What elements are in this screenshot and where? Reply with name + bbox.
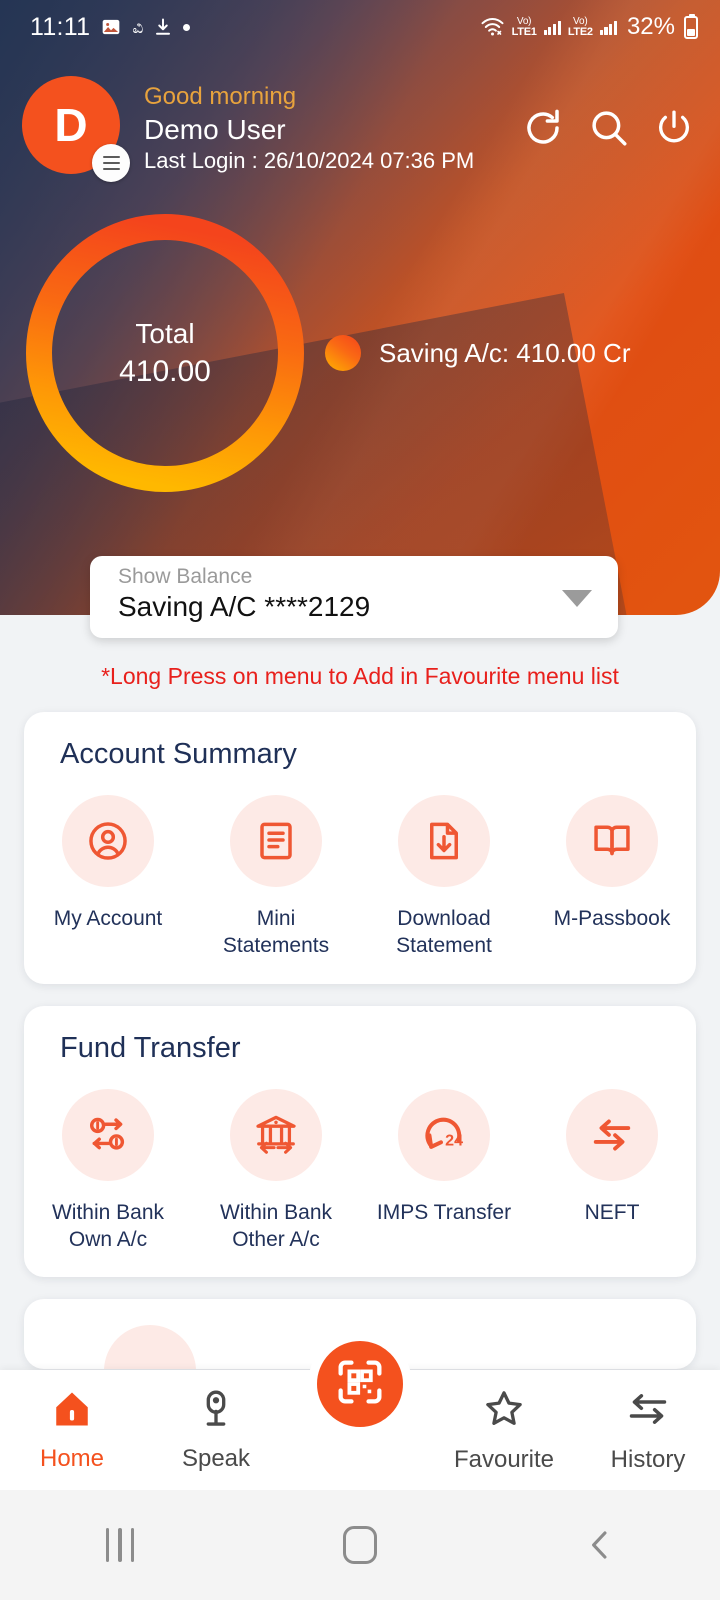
tile-download-statement[interactable]: Download Statement — [360, 795, 528, 960]
sim2-signal-icon — [599, 19, 617, 35]
qr-scan-icon — [333, 1355, 387, 1414]
svg-text:24: 24 — [445, 1131, 463, 1149]
user-circle-icon — [62, 795, 154, 887]
nav-label: Home — [39, 1444, 105, 1472]
tile-row: My Account Mini Statements Download Stat… — [24, 795, 696, 960]
card-fund-transfer: Fund Transfer Within Bank Own A/c Within… — [24, 1005, 696, 1278]
qr-scan-fab[interactable] — [308, 1332, 412, 1436]
nav-item-home[interactable]: Home — [0, 1388, 144, 1473]
history-arrows-icon — [626, 1387, 670, 1436]
main-content: *Long Press on menu to Add in Favourite … — [0, 615, 720, 1370]
tile-label: M-Passbook — [553, 907, 671, 930]
card-account-summary: Account Summary My Account Mini Statemen… — [24, 712, 696, 984]
account-selector-dropdown[interactable]: Show Balance Saving A/C ****2129 — [90, 556, 618, 638]
tile-row: Within Bank Own A/c Within Bank Other A/… — [24, 1088, 696, 1254]
username-label: Demo User — [144, 113, 286, 145]
chevron-down-icon[interactable] — [562, 590, 592, 607]
nav-item-history[interactable]: History — [576, 1387, 720, 1474]
donut-chart: Total 410.00 — [20, 208, 310, 498]
dot-icon — [183, 23, 191, 31]
total-value: 410.00 — [119, 354, 211, 388]
legend-dot-icon — [325, 335, 361, 371]
wifi-icon — [480, 17, 505, 37]
bottom-navigation-bar: Home Speak Favourite History — [0, 1332, 720, 1490]
recents-icon[interactable] — [60, 1528, 180, 1562]
legend-label: Saving A/c: 410.00 Cr — [379, 337, 631, 368]
nav-label: Speak — [181, 1444, 251, 1472]
status-bar-clock: 11:11 — [30, 12, 91, 41]
home-icon — [51, 1388, 93, 1435]
avatar-wrapper[interactable]: D — [22, 76, 130, 182]
nav-item-speak[interactable]: Speak — [144, 1388, 288, 1473]
document-lines-icon — [230, 795, 322, 887]
tile-mini-statements[interactable]: Mini Statements — [192, 795, 360, 960]
tile-within-bank-own-ac[interactable]: Within Bank Own A/c — [24, 1088, 192, 1254]
last-login-label: Last Login : 26/10/2024 07:36 PM — [144, 147, 475, 173]
tile-label: Mini Statements — [222, 907, 330, 958]
nav-label: Favourite — [453, 1445, 555, 1473]
tile-neft[interactable]: NEFT — [528, 1088, 696, 1254]
donut-center-text: Total 410.00 — [20, 208, 310, 498]
tile-label: Within Bank Other A/c — [219, 1200, 333, 1251]
hamburger-menu-icon[interactable] — [92, 144, 130, 182]
image-icon — [101, 17, 121, 37]
tile-m-passbook[interactable]: M-Passbook — [528, 795, 696, 960]
tile-within-bank-other-ac[interactable]: Within Bank Other A/c — [192, 1088, 360, 1254]
two-way-arrows-icon — [566, 1088, 658, 1181]
tile-label: My Account — [53, 907, 163, 930]
nav-label: History — [610, 1445, 686, 1473]
clock-24-icon: 24 — [398, 1088, 490, 1181]
card-title: Fund Transfer — [60, 1031, 241, 1064]
sim1-volte-icon: Vo) LTE1 — [511, 15, 537, 38]
tile-label: Download Statement — [396, 907, 492, 958]
favourite-hint-note: *Long Press on menu to Add in Favourite … — [101, 663, 619, 689]
balance-chart-area: Total 410.00 Saving A/c: 410.00 Cr — [0, 190, 720, 520]
download-icon — [154, 17, 172, 37]
status-bar: 11:11 ವಿ Vo) LTE1 Vo) LTE2 32% — [0, 0, 720, 54]
search-icon[interactable] — [588, 107, 630, 149]
partial-tile-icon-circle — [104, 1325, 196, 1370]
header-actions — [522, 107, 694, 149]
file-download-icon — [398, 795, 490, 887]
bank-transfer-icon — [230, 1088, 322, 1181]
home-square-icon[interactable] — [300, 1526, 420, 1564]
android-system-nav — [0, 1490, 720, 1600]
open-book-icon — [566, 795, 658, 887]
card-title: Account Summary — [60, 738, 297, 770]
sim2-volte-icon: Vo) LTE2 — [567, 15, 593, 38]
user-header-row: D Good morning Demo User Last Login : 26… — [0, 70, 720, 186]
status-bar-left: 11:11 ವಿ — [30, 12, 191, 42]
user-info: Good morning Demo User Last Login : 26/1… — [144, 83, 522, 174]
tile-label: Within Bank Own A/c — [51, 1200, 165, 1251]
power-icon[interactable] — [654, 108, 694, 148]
selected-account-value: Saving A/C ****2129 — [118, 591, 371, 623]
tile-label: NEFT — [584, 1200, 640, 1224]
total-label: Total — [135, 317, 195, 349]
kannada-glyph-icon: ವಿ — [132, 17, 144, 37]
microphone-icon — [195, 1388, 237, 1435]
show-balance-label: Show Balance — [118, 565, 253, 588]
refresh-icon[interactable] — [522, 107, 564, 149]
back-chevron-icon[interactable] — [540, 1525, 660, 1565]
status-bar-right: Vo) LTE1 Vo) LTE2 32% — [480, 13, 698, 41]
coins-exchange-icon — [62, 1088, 154, 1181]
nav-item-favourite[interactable]: Favourite — [432, 1387, 576, 1474]
battery-percent-label: 32% — [626, 13, 675, 40]
sim1-signal-icon — [543, 19, 561, 35]
tile-my-account[interactable]: My Account — [24, 795, 192, 960]
chart-legend: Saving A/c: 410.00 Cr — [325, 335, 630, 371]
tile-imps-transfer[interactable]: 24 IMPS Transfer — [360, 1088, 528, 1254]
greeting-label: Good morning — [144, 82, 297, 110]
tile-label: IMPS Transfer — [376, 1200, 512, 1224]
star-icon — [482, 1387, 526, 1436]
battery-icon — [684, 13, 698, 39]
